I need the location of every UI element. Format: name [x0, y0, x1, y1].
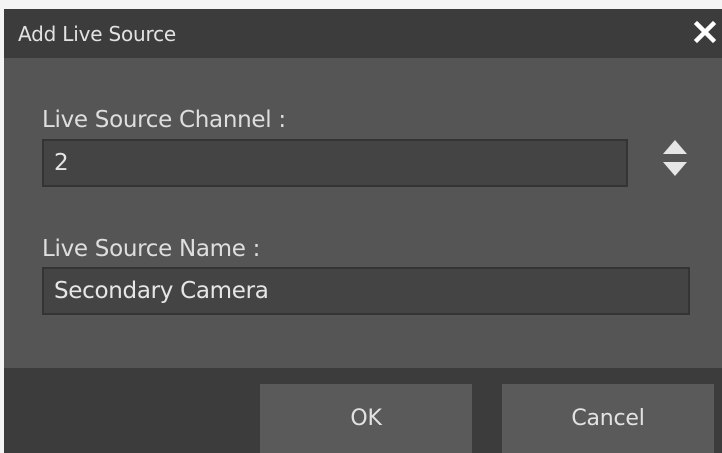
dialog-footer: OK Cancel [4, 368, 722, 453]
cancel-button[interactable]: Cancel [502, 384, 714, 453]
spinner-up-arrow[interactable] [663, 140, 687, 154]
name-label: Live Source Name : [42, 236, 261, 262]
spinner-down-arrow[interactable] [663, 162, 687, 176]
close-button[interactable] [691, 17, 719, 47]
dialog-title: Add Live Source [18, 22, 176, 46]
add-live-source-dialog: Add Live Source Live Source Channel : 2 … [4, 9, 722, 453]
channel-label: Live Source Channel : [42, 107, 286, 133]
dialog-titlebar: Add Live Source [4, 9, 722, 58]
up-down-spinner-icon [663, 140, 687, 176]
name-input[interactable]: Secondary Camera [42, 267, 690, 315]
ok-button[interactable]: OK [260, 384, 472, 453]
channel-input[interactable]: 2 [42, 139, 628, 187]
close-icon [693, 20, 717, 44]
dialog-body: Live Source Channel : 2 Live Source Name… [4, 58, 722, 368]
channel-spinner[interactable] [661, 136, 689, 180]
